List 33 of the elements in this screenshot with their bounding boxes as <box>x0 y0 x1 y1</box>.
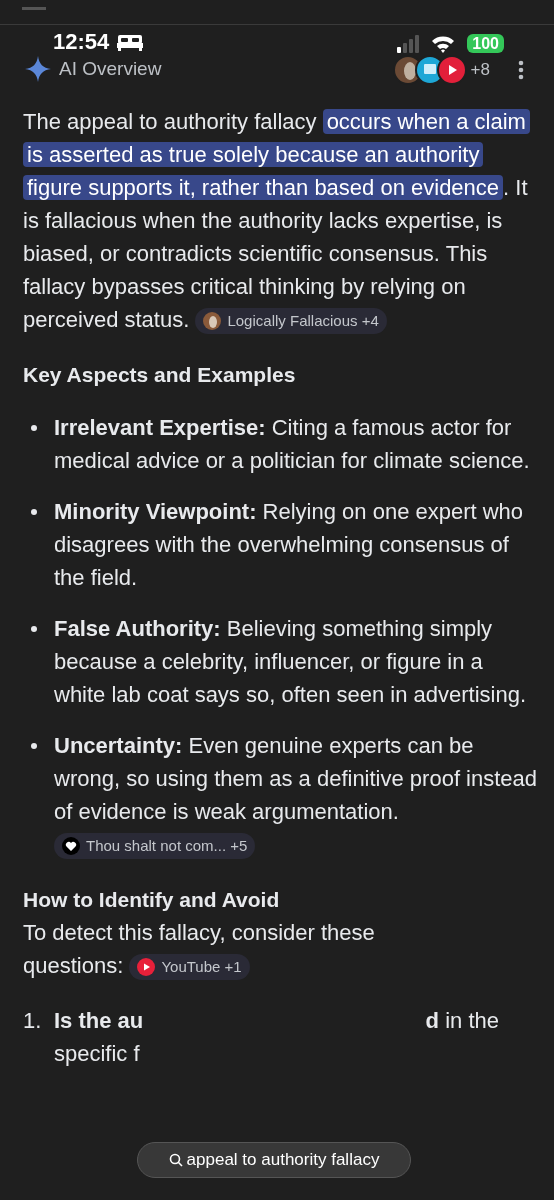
bullet-text: Uncertainty: Even genuine experts can be wrong, so using them as a definitive proof instead of evidence is weak argumentation. Thou shalt not com... +5 <box>54 729 538 861</box>
list-number: 1. <box>23 1007 43 1035</box>
section-text: To detect this fallacy, consider these questions: YouTube +1 <box>23 916 538 982</box>
bullet-icon <box>31 425 37 431</box>
source-chip[interactable]: Logically Fallacious +4 <box>195 308 387 335</box>
more-options-icon[interactable] <box>518 60 524 80</box>
source-chip[interactable]: Thou shalt not com... +5 <box>54 833 256 860</box>
bullet-icon <box>31 509 37 515</box>
source-avatar-icon <box>436 55 467 85</box>
wifi-icon <box>431 35 456 53</box>
sources-count[interactable]: +8 <box>470 57 490 83</box>
source-chip[interactable]: YouTube +1 <box>129 954 250 981</box>
header-title: AI Overview <box>59 57 162 81</box>
bed-icon <box>117 33 144 51</box>
list-item-text: Is the au <box>54 1007 144 1035</box>
bullet-icon <box>31 626 37 632</box>
source-thumbnail-icon <box>203 312 222 331</box>
search-icon <box>168 1153 183 1167</box>
list-item-text: specific f <box>54 1040 141 1068</box>
sparkle-icon <box>25 56 51 83</box>
status-time: 12:54 <box>53 30 110 54</box>
list-item-text: d in the <box>425 1007 499 1035</box>
battery-indicator: 100 <box>467 34 504 53</box>
bullet-text: Irrelevant Expertise: Citing a famous actor for medical advice or a politician for climate science. <box>54 414 531 475</box>
section-heading: How to Identify and Avoid <box>23 887 281 913</box>
section-heading: Key Aspects and Examples <box>23 362 297 388</box>
play-icon <box>137 958 156 977</box>
bullet-text: False Authority: Believing something simply because a celebrity, influencer, or figure in a white lab coat says so, often seen in advertising. <box>54 615 528 709</box>
bullet-icon <box>31 743 37 749</box>
bullet-text: Minority Viewpoint: Relying on one expert who disagrees with the overwhelming consensus of the field. <box>54 498 525 592</box>
signal-icon <box>397 35 420 53</box>
search-pill[interactable]: appeal to authority fallacy <box>137 1142 411 1178</box>
overview-paragraph: The appeal to authority fallacy occurs when a claim is asserted as true solely because an authority figure supports it, rather than based on evidence . It is fallacious when the authority lacks expertise, is biased, or contradicts scientific consensus. This fallacy bypasses critical thinking by relying on perceived status. Logically Fallacious +4 <box>23 105 538 336</box>
